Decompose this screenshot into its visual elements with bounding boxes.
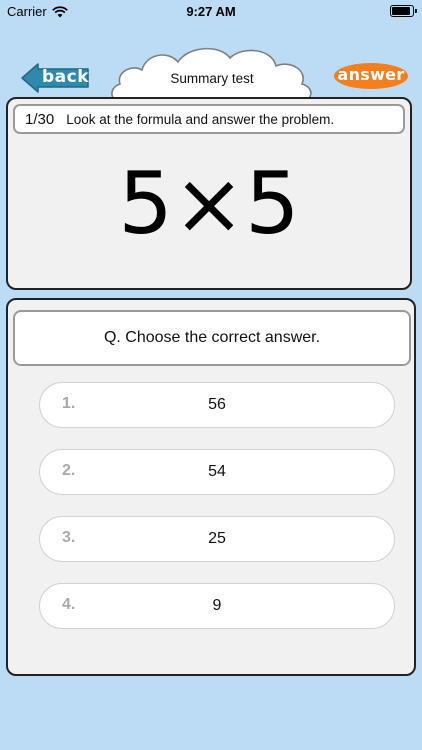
option-value: 9 [212, 597, 222, 614]
answer-option-2[interactable]: 2. 54 [39, 449, 395, 495]
answer-option-3[interactable]: 3. 25 [39, 516, 395, 562]
status-bar: Carrier 9:27 AM [0, 0, 422, 22]
status-time: 9:27 AM [186, 4, 236, 19]
answer-button[interactable]: answer [333, 62, 409, 90]
prompt-box: Q. Choose the correct answer. [13, 310, 411, 366]
question-counter: 1/30 [25, 110, 55, 128]
question-card: 1/30 Look at the formula and answer the … [6, 97, 412, 290]
instruction-text: Look at the formula and answer the probl… [66, 111, 335, 127]
answer-label: answer [337, 65, 405, 84]
back-button[interactable]: back [20, 62, 90, 94]
answer-option-4[interactable]: 4. 9 [39, 583, 395, 629]
formula: 5×5 [118, 154, 300, 254]
page-title: Summary test [170, 71, 254, 86]
option-value: 25 [208, 530, 226, 547]
battery-icon [390, 5, 417, 17]
back-label: back [42, 67, 90, 87]
prompt-text: Q. Choose the correct answer. [103, 329, 321, 346]
answer-option-1[interactable]: 1. 56 [39, 382, 395, 428]
status-right [390, 5, 417, 17]
instruction-box: 1/30 Look at the formula and answer the … [13, 104, 405, 134]
answer-card: Q. Choose the correct answer. 1. 56 2. 5… [6, 298, 416, 676]
option-value: 54 [208, 463, 226, 480]
option-value: 56 [208, 396, 226, 413]
